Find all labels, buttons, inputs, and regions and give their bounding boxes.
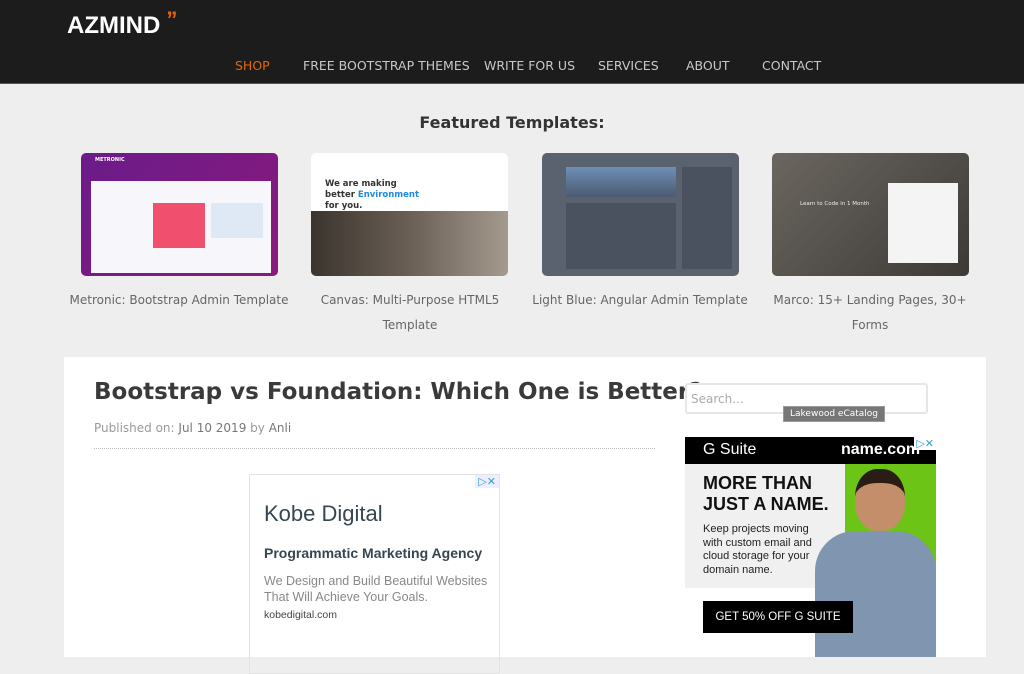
logo-quote-mark: ” [166, 7, 178, 32]
post-date: Jul 10 2019 [178, 421, 247, 435]
caption-canvas[interactable]: Canvas: Multi-Purpose HTML5 Template [295, 288, 525, 338]
adchoices-icon[interactable]: ▷✕ [475, 475, 499, 488]
nav-write-for-us[interactable]: WRITE FOR US [484, 58, 575, 73]
divider [94, 448, 655, 449]
nav-contact[interactable]: CONTACT [762, 58, 821, 73]
nav-shop[interactable]: SHOP [235, 58, 270, 73]
tooltip: Lakewood eCatalog [783, 406, 886, 422]
ad-kobe-digital[interactable]: ▷✕ Kobe Digital Programmatic Marketing A… [249, 474, 500, 674]
nav-about[interactable]: ABOUT [686, 58, 730, 73]
logo[interactable]: AZMIND” [67, 7, 177, 40]
nav-services[interactable]: SERVICES [598, 58, 659, 73]
thumb-canvas[interactable]: We are making better Environment for you… [311, 153, 508, 276]
thumb-metronic[interactable]: METRONIC [81, 153, 278, 276]
main-content: Bootstrap vs Foundation: Which One is Be… [64, 357, 986, 674]
featured-heading: Featured Templates: [419, 113, 605, 132]
post-meta: Published on: Jul 10 2019 by Anli [94, 421, 292, 435]
caption-light-blue[interactable]: Light Blue: Angular Admin Template [525, 288, 755, 313]
ad-gsuite[interactable]: G Suite name.com ▷✕ MORE THAN JUST A NAM… [685, 437, 936, 657]
thumb-marco[interactable]: Learn to Code in 1 Month [772, 153, 969, 276]
caption-metronic[interactable]: Metronic: Bootstrap Admin Template [64, 288, 294, 313]
adchoices-icon[interactable]: ▷✕ [914, 437, 936, 450]
caption-marco[interactable]: Marco: 15+ Landing Pages, 30+ Forms [755, 288, 985, 338]
post-author[interactable]: Anli [269, 421, 291, 435]
nav-free-bootstrap-themes[interactable]: FREE BOOTSTRAP THEMES [303, 58, 470, 73]
post-title[interactable]: Bootstrap vs Foundation: Which One is Be… [94, 379, 703, 405]
site-header: AZMIND” SHOP FREE BOOTSTRAP THEMES WRITE… [0, 0, 1024, 84]
cta-button[interactable]: GET 50% OFF G SUITE [703, 601, 853, 633]
thumb-light-blue[interactable] [542, 153, 739, 276]
